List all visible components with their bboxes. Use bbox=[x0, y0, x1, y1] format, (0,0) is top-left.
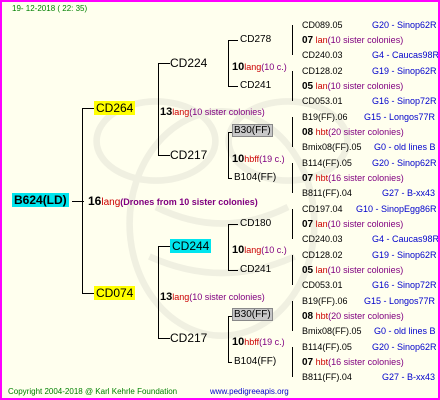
g3-node-6[interactable]: CD241 bbox=[240, 265, 271, 275]
g4-row-15[interactable]: CD240.03 G4 - Caucas98R bbox=[302, 235, 438, 244]
g4-row-8: 08 hbt(20 sister colonies) bbox=[302, 127, 404, 138]
g2-node-3[interactable]: CD244 bbox=[170, 239, 212, 253]
g4-row-7[interactable]: B19(FF).06 G15 - Longos77R bbox=[302, 113, 435, 122]
root-id: B624(LD) bbox=[12, 193, 69, 207]
g4-row-19[interactable]: B19(FF).06 G15 - Longos77R bbox=[302, 297, 435, 306]
g4-row-23: 07 hbt(16 sister colonies) bbox=[302, 357, 404, 368]
g3-node-7[interactable]: B30(FF) bbox=[232, 308, 273, 321]
g3-node-8[interactable]: B104(FF) bbox=[234, 357, 276, 367]
g3-node-3[interactable]: B30(FF) bbox=[232, 124, 273, 137]
g3-node-5[interactable]: CD180 bbox=[240, 219, 271, 229]
root-pedigree: 16lang(Drones from 10 sister colonies) bbox=[88, 194, 258, 208]
g4-row-10[interactable]: B114(FF).05 G20 - Sinop62R bbox=[302, 159, 437, 168]
timestamp: 19- 12-2018 ( 22: 35) bbox=[12, 4, 88, 13]
g4-row-16[interactable]: CD128.02 G19 - Sinop62R bbox=[302, 251, 437, 260]
pedigree-frame: 19- 12-2018 ( 22: 35) Copyright 2004-201… bbox=[0, 0, 440, 400]
g2-pedigree-4: 10hbff(19 c.) bbox=[232, 336, 285, 348]
g2-node-4[interactable]: CD217 bbox=[170, 332, 207, 344]
g4-row-5: 05 lan(10 sister colonies) bbox=[302, 81, 404, 92]
g2-pedigree-2: 10hbff(19 c.) bbox=[232, 153, 285, 165]
g4-row-11: 07 hbt(16 sister colonies) bbox=[302, 173, 404, 184]
g2-pedigree-1: 10lang(10 c.) bbox=[232, 61, 287, 73]
g4-row-21[interactable]: Bmix08(FF).05 G0 - old lines B bbox=[302, 327, 436, 336]
g1-node-1[interactable]: CD264 bbox=[94, 101, 136, 115]
g4-row-9[interactable]: Bmix08(FF).05 G0 - old lines B bbox=[302, 143, 436, 152]
g1-pedigree-2: 13lang(10 sister colonies) bbox=[160, 291, 265, 303]
g4-row-24[interactable]: B811(FF).04 G27 - B-xx43 bbox=[302, 373, 435, 382]
g2-node-1[interactable]: CD224 bbox=[170, 57, 207, 69]
copyright: Copyright 2004-2018 @ Karl Kehrle Founda… bbox=[8, 387, 178, 396]
g4-row-17: 05 lan(10 sister colonies) bbox=[302, 265, 404, 276]
g3-node-2[interactable]: CD241 bbox=[240, 81, 271, 91]
website-link[interactable]: www.pedigreeapis.org bbox=[210, 388, 289, 396]
g4-row-14: 07 lan(10 sister colonies) bbox=[302, 219, 404, 230]
g4-row-20: 08 hbt(20 sister colonies) bbox=[302, 311, 404, 322]
g4-row-1[interactable]: CD089.05 G20 - Sinop62R bbox=[302, 21, 437, 30]
g1-pedigree-1: 13lang(10 sister colonies) bbox=[160, 106, 265, 118]
g4-row-3[interactable]: CD240.03 G4 - Caucas98R bbox=[302, 51, 438, 60]
root-node[interactable]: B624(LD) bbox=[12, 193, 69, 207]
g4-row-2: 07 lan(10 sister colonies) bbox=[302, 35, 404, 46]
g4-row-22[interactable]: B114(FF).05 G20 - Sinop62R bbox=[302, 343, 437, 352]
g3-node-1[interactable]: CD278 bbox=[240, 35, 271, 45]
g4-row-13[interactable]: CD197.04 G10 - SinopEgg86R bbox=[302, 205, 437, 214]
g4-row-18[interactable]: CD053.01 G16 - Sinop72R bbox=[302, 281, 437, 290]
g4-row-6[interactable]: CD053.01 G16 - Sinop72R bbox=[302, 97, 437, 106]
g4-row-4[interactable]: CD128.02 G19 - Sinop62R bbox=[302, 67, 437, 76]
g2-node-2[interactable]: CD217 bbox=[170, 149, 207, 161]
g1-node-2[interactable]: CD074 bbox=[94, 286, 136, 300]
g3-node-4[interactable]: B104(FF) bbox=[234, 173, 276, 183]
g4-row-12[interactable]: B811(FF).04 G27 - B-xx43 bbox=[302, 189, 435, 198]
g2-pedigree-3: 10lang(10 c.) bbox=[232, 244, 287, 256]
